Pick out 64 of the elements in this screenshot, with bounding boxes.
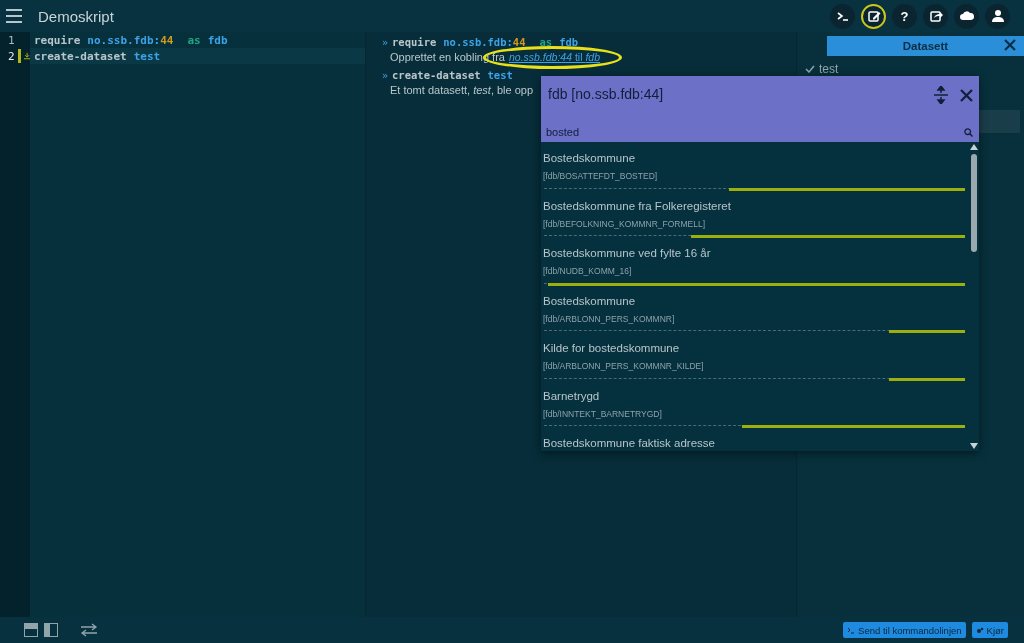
dataset-name[interactable]: test <box>819 62 839 76</box>
line-number: 2 <box>8 49 15 63</box>
terminal-button[interactable]: Send til kommandolinjen <box>843 622 966 638</box>
terminal-icon <box>847 626 856 634</box>
code-token: create-dataset <box>392 69 481 81</box>
scroll-up-icon[interactable] <box>970 144 978 150</box>
result-path: [fdb/BEFOLKNING_KOMMNR_FORMELL] <box>543 218 706 229</box>
scroll-down-icon[interactable] <box>970 443 978 449</box>
result-path: [fdb/NUDB_KOMM_16] <box>543 266 633 276</box>
edit-button[interactable] <box>861 3 886 29</box>
run-button[interactable]: Kjør <box>971 622 1008 638</box>
link[interactable]: no.ssb.fdb:44 til fdb <box>508 51 601 63</box>
code-token: require <box>392 36 437 48</box>
code-token: 44 <box>160 33 174 47</box>
share-icon <box>927 8 944 24</box>
layout-icon[interactable] <box>24 623 38 637</box>
code-token: as <box>187 33 201 47</box>
list-row <box>979 110 1020 133</box>
code-token: test <box>487 69 513 81</box>
result-path: [fdb/BOSATTEFDT_BOSTED] <box>543 171 659 181</box>
result-name[interactable]: Barnetrygd <box>543 389 969 402</box>
search-input[interactable]: bosted <box>546 126 964 138</box>
share-button[interactable] <box>923 3 948 29</box>
result-name[interactable]: Bostedskommune fra Folkeregisteret <box>543 199 969 212</box>
split-layout-icon[interactable] <box>44 623 58 637</box>
edit-icon <box>865 8 882 24</box>
help-button[interactable]: ? <box>892 3 917 29</box>
code-token: no.ssb.fdb: <box>87 33 161 47</box>
close-icon[interactable] <box>960 88 973 102</box>
chevron-icon: » <box>382 36 389 48</box>
code-token: 44 <box>512 36 526 48</box>
collapse-icon[interactable] <box>934 86 948 104</box>
result-name[interactable]: Bostedskommune ved fylte 16 år <box>543 247 969 259</box>
search-field[interactable]: bosted <box>541 125 979 142</box>
swap-icon[interactable] <box>80 623 98 637</box>
result-path: [fdb/INNTEKT_BARNETRYGD] <box>543 408 663 419</box>
user-icon <box>989 8 1006 24</box>
code-token: fdb <box>559 36 579 48</box>
cloud-button[interactable] <box>954 3 979 29</box>
result-path: [fdb/ARBLONN_PERS_KOMMNR_KILDE] <box>543 361 705 371</box>
result-name[interactable]: Kilde for bostedskommune <box>543 342 969 354</box>
result-name[interactable]: Bostedskommune <box>543 152 969 164</box>
close-icon[interactable] <box>1004 39 1016 51</box>
code-token: no.ssb.fdb: <box>443 36 513 48</box>
result-name[interactable]: Bostedskommune faktisk adresse <box>543 437 969 449</box>
scrollbar-thumb[interactable] <box>971 154 977 252</box>
menu-icon[interactable] <box>6 9 22 23</box>
code-token: require <box>34 33 81 47</box>
search-icon <box>964 127 973 137</box>
user-button[interactable] <box>985 3 1010 29</box>
panel-title: Datasett <box>902 40 949 52</box>
terminal-button[interactable] <box>830 3 855 29</box>
line-number: 1 <box>8 33 15 47</box>
result-text: Et tomt datasett, test, ble opp <box>390 84 534 96</box>
download-icon <box>23 52 30 60</box>
code-token: fdb <box>207 33 228 47</box>
popup-title: fdb [no.ssb.fdb:44] <box>548 86 664 102</box>
result-name[interactable]: Bostedskommune <box>543 294 969 307</box>
code-token: test <box>133 49 161 63</box>
code-token: create-dataset <box>34 49 127 63</box>
chevron-icon: » <box>382 69 389 81</box>
result-path: [fdb/ARBLONN_PERS_KOMMNR] <box>543 313 676 324</box>
code-token: as <box>539 36 553 48</box>
script-title: Demoskript <box>38 7 114 25</box>
